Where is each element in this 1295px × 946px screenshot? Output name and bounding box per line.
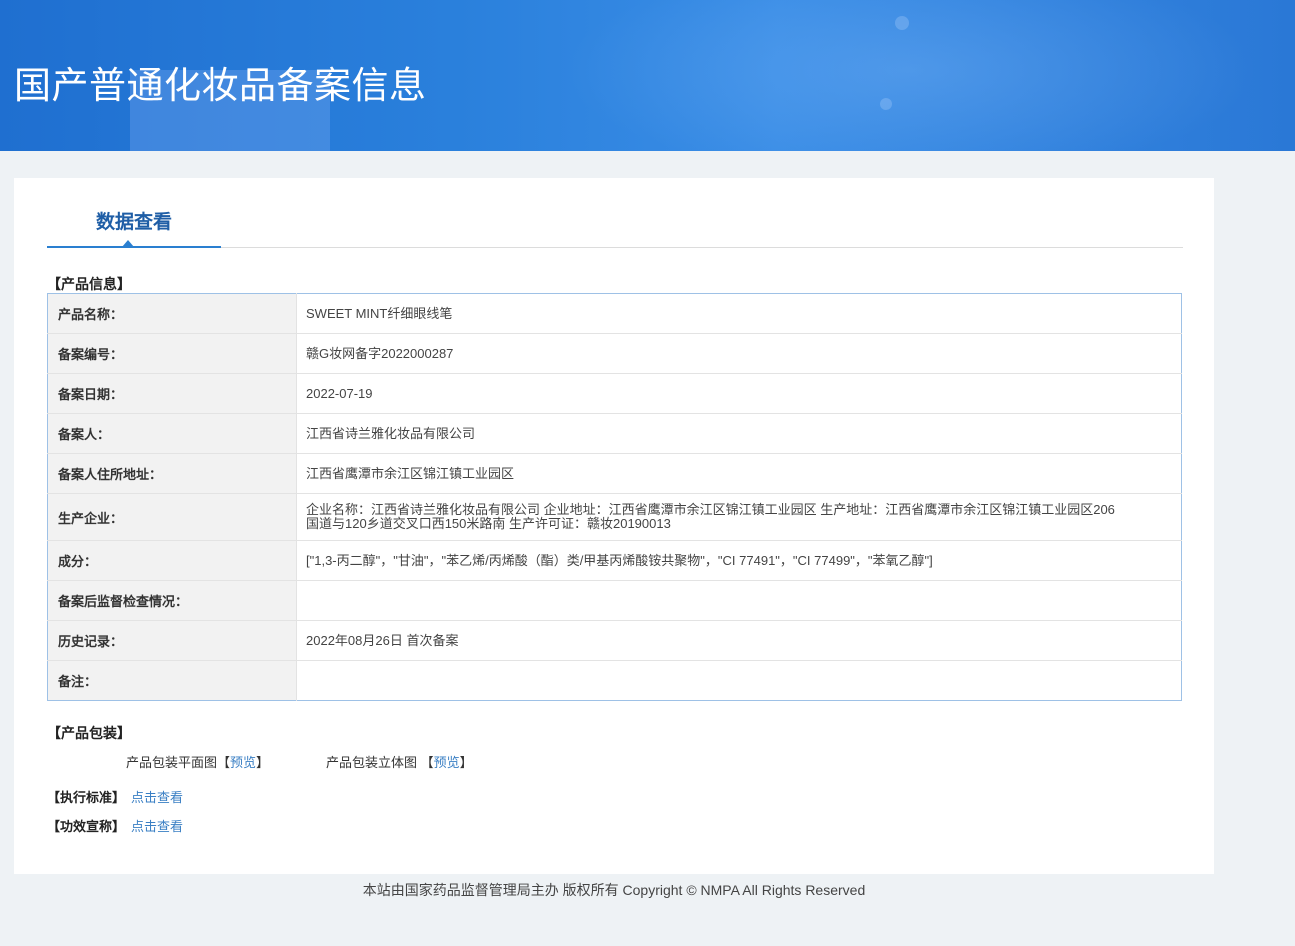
bracket: 【 [420,755,434,770]
packaging-solid-label: 产品包装立体图 [326,755,418,770]
table-row: 生产企业： 企业名称：江西省诗兰雅化妆品有限公司 企业地址：江西省鹰潭市余江区锦… [47,493,1182,541]
tab-label: 数据查看 [95,212,172,233]
table-row: 产品名称： SWEET MINT纤细眼线笔 [47,293,1182,334]
table-row: 备注： [47,660,1182,701]
bracket: 】 [459,755,473,770]
bracket: 【 [217,755,231,770]
footer-copyright: 本站由国家药品监督管理局主办 版权所有 Copyright © NMPA All… [362,882,866,898]
tab-data-view[interactable]: 数据查看 [47,178,221,248]
standard-view-link[interactable]: 点击查看 [131,790,183,805]
standard-title: 【执行标准】 [47,790,126,805]
row-label: 生产企业： [47,493,297,541]
banner-decoration [880,98,892,110]
banner-decoration [560,0,1260,151]
row-label: 备案日期： [47,373,297,414]
row-label: 备注： [47,660,297,701]
row-label: 备案人： [47,413,297,454]
bracket: 】 [256,755,270,770]
header-banner: 国产普通化妆品备案信息 [0,0,1295,151]
row-value: 2022-07-19 [296,373,1182,414]
packaging-flat: 产品包装平面图【预览】 [126,752,269,771]
row-label: 备案人住所地址： [47,453,297,494]
table-row: 备案编号： 赣G妆网备字2022000287 [47,333,1182,374]
row-value: 赣G妆网备字2022000287 [296,333,1182,374]
content-card: 数据查看 【产品信息】 产品名称： SWEET MINT纤细眼线笔 备案编号： … [14,178,1214,874]
row-value: SWEET MINT纤细眼线笔 [296,293,1182,334]
row-value: 江西省鹰潭市余江区锦江镇工业园区 [296,453,1182,494]
row-value: 企业名称：江西省诗兰雅化妆品有限公司 企业地址：江西省鹰潭市余江区锦江镇工业园区… [296,493,1182,541]
row-label: 备案编号： [47,333,297,374]
table-row: 备案后监督检查情况： [47,580,1182,621]
row-label: 产品名称： [47,293,297,334]
row-value [296,580,1182,621]
packaging-flat-preview-link[interactable]: 预览 [230,755,256,770]
table-row: 历史记录： 2022年08月26日 首次备案 [47,620,1182,661]
table-row: 备案人住所地址： 江西省鹰潭市余江区锦江镇工业园区 [47,453,1182,494]
product-info-title: 【产品信息】 [47,276,131,292]
row-label: 备案后监督检查情况： [47,580,297,621]
efficacy-row: 【功效宣称】 点击查看 [47,816,183,835]
table-row: 备案人： 江西省诗兰雅化妆品有限公司 [47,413,1182,454]
row-value: ["1,3-丙二醇"，"甘油"，"苯乙烯/丙烯酸（酯）类/甲基丙烯酸铵共聚物"，… [296,540,1182,581]
tab-active-indicator [122,240,134,247]
table-row: 成分： ["1,3-丙二醇"，"甘油"，"苯乙烯/丙烯酸（酯）类/甲基丙烯酸铵共… [47,540,1182,581]
row-label: 成分： [47,540,297,581]
table-row: 备案日期： 2022-07-19 [47,373,1182,414]
efficacy-view-link[interactable]: 点击查看 [131,819,183,834]
packaging-title: 【产品包装】 [47,725,131,741]
banner-decoration [895,16,909,30]
packaging-solid: 产品包装立体图 【预览】 [326,752,473,771]
standard-row: 【执行标准】 点击查看 [47,787,183,806]
packaging-flat-label: 产品包装平面图 [126,755,218,770]
product-info-table: 产品名称： SWEET MINT纤细眼线笔 备案编号： 赣G妆网备字202200… [47,293,1182,701]
page-title: 国产普通化妆品备案信息 [14,64,427,107]
row-value: 2022年08月26日 首次备案 [296,620,1182,661]
tab-bar: 数据查看 [47,178,1183,248]
row-value: 江西省诗兰雅化妆品有限公司 [296,413,1182,454]
row-label: 历史记录： [47,620,297,661]
row-value [297,661,1182,701]
efficacy-title: 【功效宣称】 [47,819,126,834]
packaging-solid-preview-link[interactable]: 预览 [434,755,460,770]
